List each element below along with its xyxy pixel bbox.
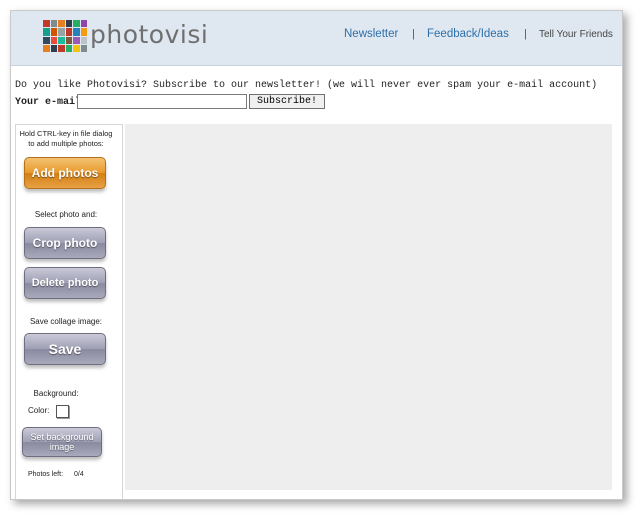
photos-left-label: Photos left: [28,471,64,478]
add-photos-button[interactable]: Add photos [24,157,106,189]
delete-photo-button[interactable]: Delete photo [24,267,106,299]
save-button[interactable]: Save [24,333,106,365]
email-field[interactable] [77,94,247,109]
logo-text[interactable]: photovisi [90,20,208,49]
nav-tell-friends-link[interactable]: Tell Your Friends [539,29,613,40]
set-background-image-button[interactable]: Set background image [22,427,102,457]
nav-newsletter-link[interactable]: Newsletter [344,28,398,40]
save-collage-label: Save collage image: [29,317,103,326]
nav-separator: | [524,28,527,40]
app-window: photovisi Newsletter | Feedback/Ideas | … [10,10,623,500]
nav-separator: | [412,28,415,40]
color-picker-icon[interactable] [56,405,69,418]
nav-feedback-link[interactable]: Feedback/Ideas [427,28,509,40]
newsletter-prompt: Do you like Photovisi? Subscribe to our … [15,80,598,91]
photo-mosaic-logo-icon[interactable] [43,20,87,52]
select-photo-label: Select photo and: [34,210,98,219]
color-label: Color: [28,406,50,415]
background-label: Background: [33,389,79,398]
subscribe-button[interactable]: Subscribe! [249,94,325,109]
photos-left-count: 0/4 [74,471,84,478]
site-header: photovisi Newsletter | Feedback/Ideas | … [11,11,622,66]
tools-sidebar: Hold CTRL-key in file dialog to add mult… [15,124,123,499]
crop-photo-button[interactable]: Crop photo [24,227,106,259]
collage-canvas[interactable] [125,124,612,490]
multi-select-hint: Hold CTRL-key in file dialog to add mult… [19,129,113,148]
